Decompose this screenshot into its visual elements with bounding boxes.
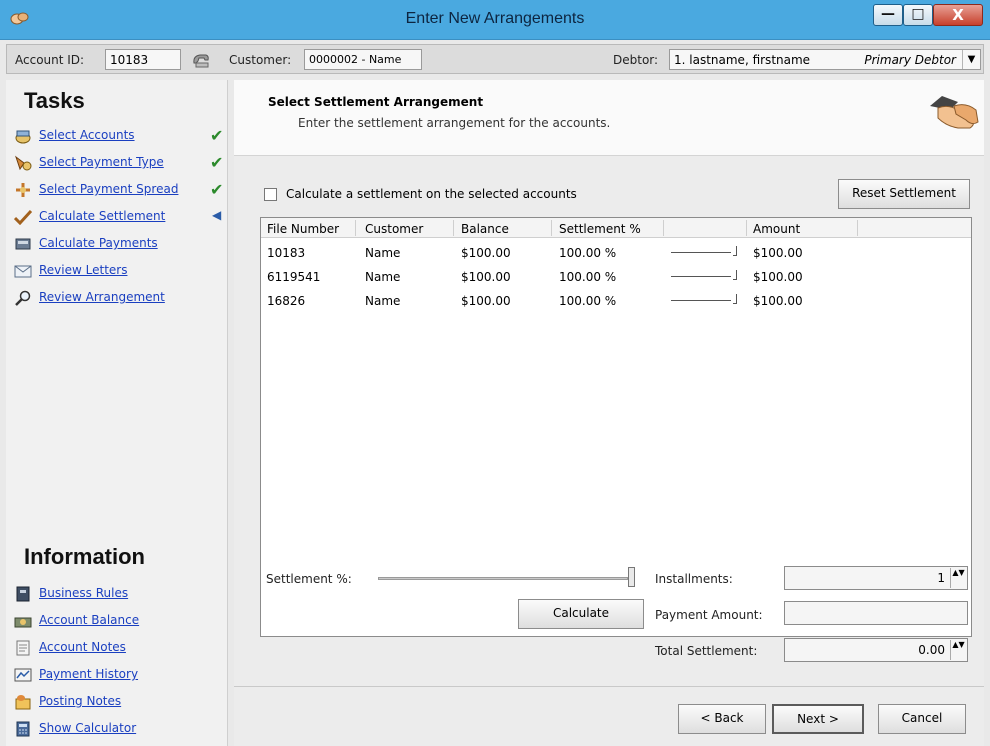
column-header-balance[interactable]: Balance: [461, 222, 509, 236]
column-header-amount[interactable]: Amount: [753, 222, 800, 236]
grid-header: File Number Customer Balance Settlement …: [261, 218, 971, 238]
settlement-icon: [14, 209, 32, 225]
column-header-settlement-pct[interactable]: Settlement %: [559, 222, 641, 236]
notes-icon: [16, 640, 30, 656]
minimize-button[interactable]: —: [873, 4, 903, 26]
debtor-name: 1. lastname, firstname: [674, 53, 811, 67]
installments-label: Installments:: [655, 572, 733, 586]
row-slider-thumb[interactable]: [733, 270, 737, 280]
accounts-icon: [15, 130, 31, 144]
payment-type-icon: [15, 155, 32, 171]
customer-field[interactable]: 0000002 - Name: [304, 49, 422, 70]
magnifier-icon: [15, 290, 31, 306]
slider-track[interactable]: [378, 577, 628, 580]
installments-stepper[interactable]: 1 ▲▼: [784, 566, 968, 590]
left-panel: Tasks Select Accounts ✔ Select Payment T…: [6, 80, 228, 746]
back-button[interactable]: < Back: [678, 704, 766, 734]
info-account-balance[interactable]: Account Balance: [14, 611, 224, 631]
customer-label: Customer:: [229, 53, 292, 67]
calculator-icon: [16, 721, 30, 737]
information-title: Information: [24, 544, 145, 569]
info-show-calculator[interactable]: Show Calculator: [14, 719, 224, 739]
total-settlement-label: Total Settlement:: [655, 644, 758, 658]
row-slider-track[interactable]: [671, 300, 731, 301]
task-select-payment-spread[interactable]: Select Payment Spread ✔: [14, 180, 224, 200]
account-id-label: Account ID:: [15, 53, 85, 67]
title-bar: Enter New Arrangements — □ X: [0, 0, 990, 40]
check-icon: ✔: [210, 153, 224, 172]
debtor-select[interactable]: 1. lastname, firstname Primary Debtor ▼: [669, 49, 981, 70]
task-select-accounts[interactable]: Select Accounts ✔: [14, 126, 224, 146]
main-content: Select Settlement Arrangement Enter the …: [234, 80, 984, 746]
settlement-pct-slider[interactable]: [378, 567, 636, 589]
calculate-settlement-checkbox[interactable]: [264, 188, 277, 201]
debtor-type: Primary Debtor: [864, 53, 956, 67]
settlement-pct-label: Settlement %:: [266, 572, 352, 586]
info-payment-history[interactable]: Payment History: [14, 665, 224, 685]
tasks-title: Tasks: [24, 88, 85, 113]
footer-divider: [234, 686, 984, 687]
task-review-letters[interactable]: Review Letters: [14, 261, 224, 281]
balance-icon: [14, 617, 32, 628]
total-settlement-stepper[interactable]: 0.00 ▲▼: [784, 638, 968, 662]
info-posting-notes[interactable]: Posting Notes: [14, 692, 224, 712]
calculate-button[interactable]: Calculate: [518, 599, 644, 629]
history-chart-icon: [14, 668, 32, 682]
step-title: Select Settlement Arrangement: [268, 95, 484, 109]
payment-spread-icon: [16, 183, 30, 197]
current-step-icon: ◀: [212, 208, 222, 222]
letters-icon: [14, 265, 32, 278]
rules-book-icon: [16, 586, 30, 602]
table-row[interactable]: 16826 Name $100.00 100.00 % $100.00: [261, 290, 971, 314]
cancel-button[interactable]: Cancel: [878, 704, 966, 734]
spin-arrows-icon[interactable]: ▲▼: [950, 568, 966, 588]
column-header-customer[interactable]: Customer: [365, 222, 423, 236]
info-account-notes[interactable]: Account Notes: [14, 638, 224, 658]
row-slider-thumb[interactable]: [733, 246, 737, 256]
table-row[interactable]: 10183 Name $100.00 100.00 % $100.00: [261, 242, 971, 266]
close-icon: X: [952, 6, 964, 24]
chevron-down-icon[interactable]: ▼: [962, 50, 980, 69]
task-calculate-settlement[interactable]: Calculate Settlement ◀: [14, 207, 224, 227]
info-business-rules[interactable]: Business Rules: [14, 584, 224, 604]
next-button[interactable]: Next >: [772, 704, 864, 734]
row-slider-track[interactable]: [671, 252, 731, 253]
payment-amount-field[interactable]: [784, 601, 968, 625]
phone-icon[interactable]: [191, 51, 211, 69]
account-bar: Account ID: 10183 Customer: 0000002 - Na…: [6, 44, 984, 74]
payment-amount-label: Payment Amount:: [655, 608, 763, 622]
row-slider-thumb[interactable]: [733, 294, 737, 304]
payments-icon: [15, 238, 31, 250]
check-icon: ✔: [210, 126, 224, 145]
account-id-field[interactable]: 10183: [105, 49, 181, 70]
check-icon: ✔: [210, 180, 224, 199]
slider-thumb[interactable]: [628, 567, 635, 587]
close-button[interactable]: X: [933, 4, 983, 26]
spin-arrows-icon[interactable]: ▲▼: [950, 640, 966, 660]
posting-notes-icon: [15, 695, 31, 710]
reset-settlement-button[interactable]: Reset Settlement: [838, 179, 970, 209]
debtor-label: Debtor:: [613, 53, 659, 67]
calculate-settlement-label: Calculate a settlement on the selected a…: [286, 187, 577, 201]
column-header-file-number[interactable]: File Number: [267, 222, 339, 236]
step-subtitle: Enter the settlement arrangement for the…: [298, 116, 611, 130]
maximize-icon: □: [911, 6, 925, 22]
task-review-arrangement[interactable]: Review Arrangement: [14, 288, 224, 308]
task-select-payment-type[interactable]: Select Payment Type ✔: [14, 153, 224, 173]
window-title: Enter New Arrangements: [405, 10, 585, 27]
minimize-icon: —: [881, 6, 895, 22]
row-slider-track[interactable]: [671, 276, 731, 277]
table-row[interactable]: 6119541 Name $100.00 100.00 % $100.00: [261, 266, 971, 290]
maximize-button[interactable]: □: [903, 4, 933, 26]
step-header: Select Settlement Arrangement Enter the …: [234, 80, 984, 156]
handshake-icon: [930, 96, 979, 129]
task-calculate-payments[interactable]: Calculate Payments: [14, 234, 224, 254]
